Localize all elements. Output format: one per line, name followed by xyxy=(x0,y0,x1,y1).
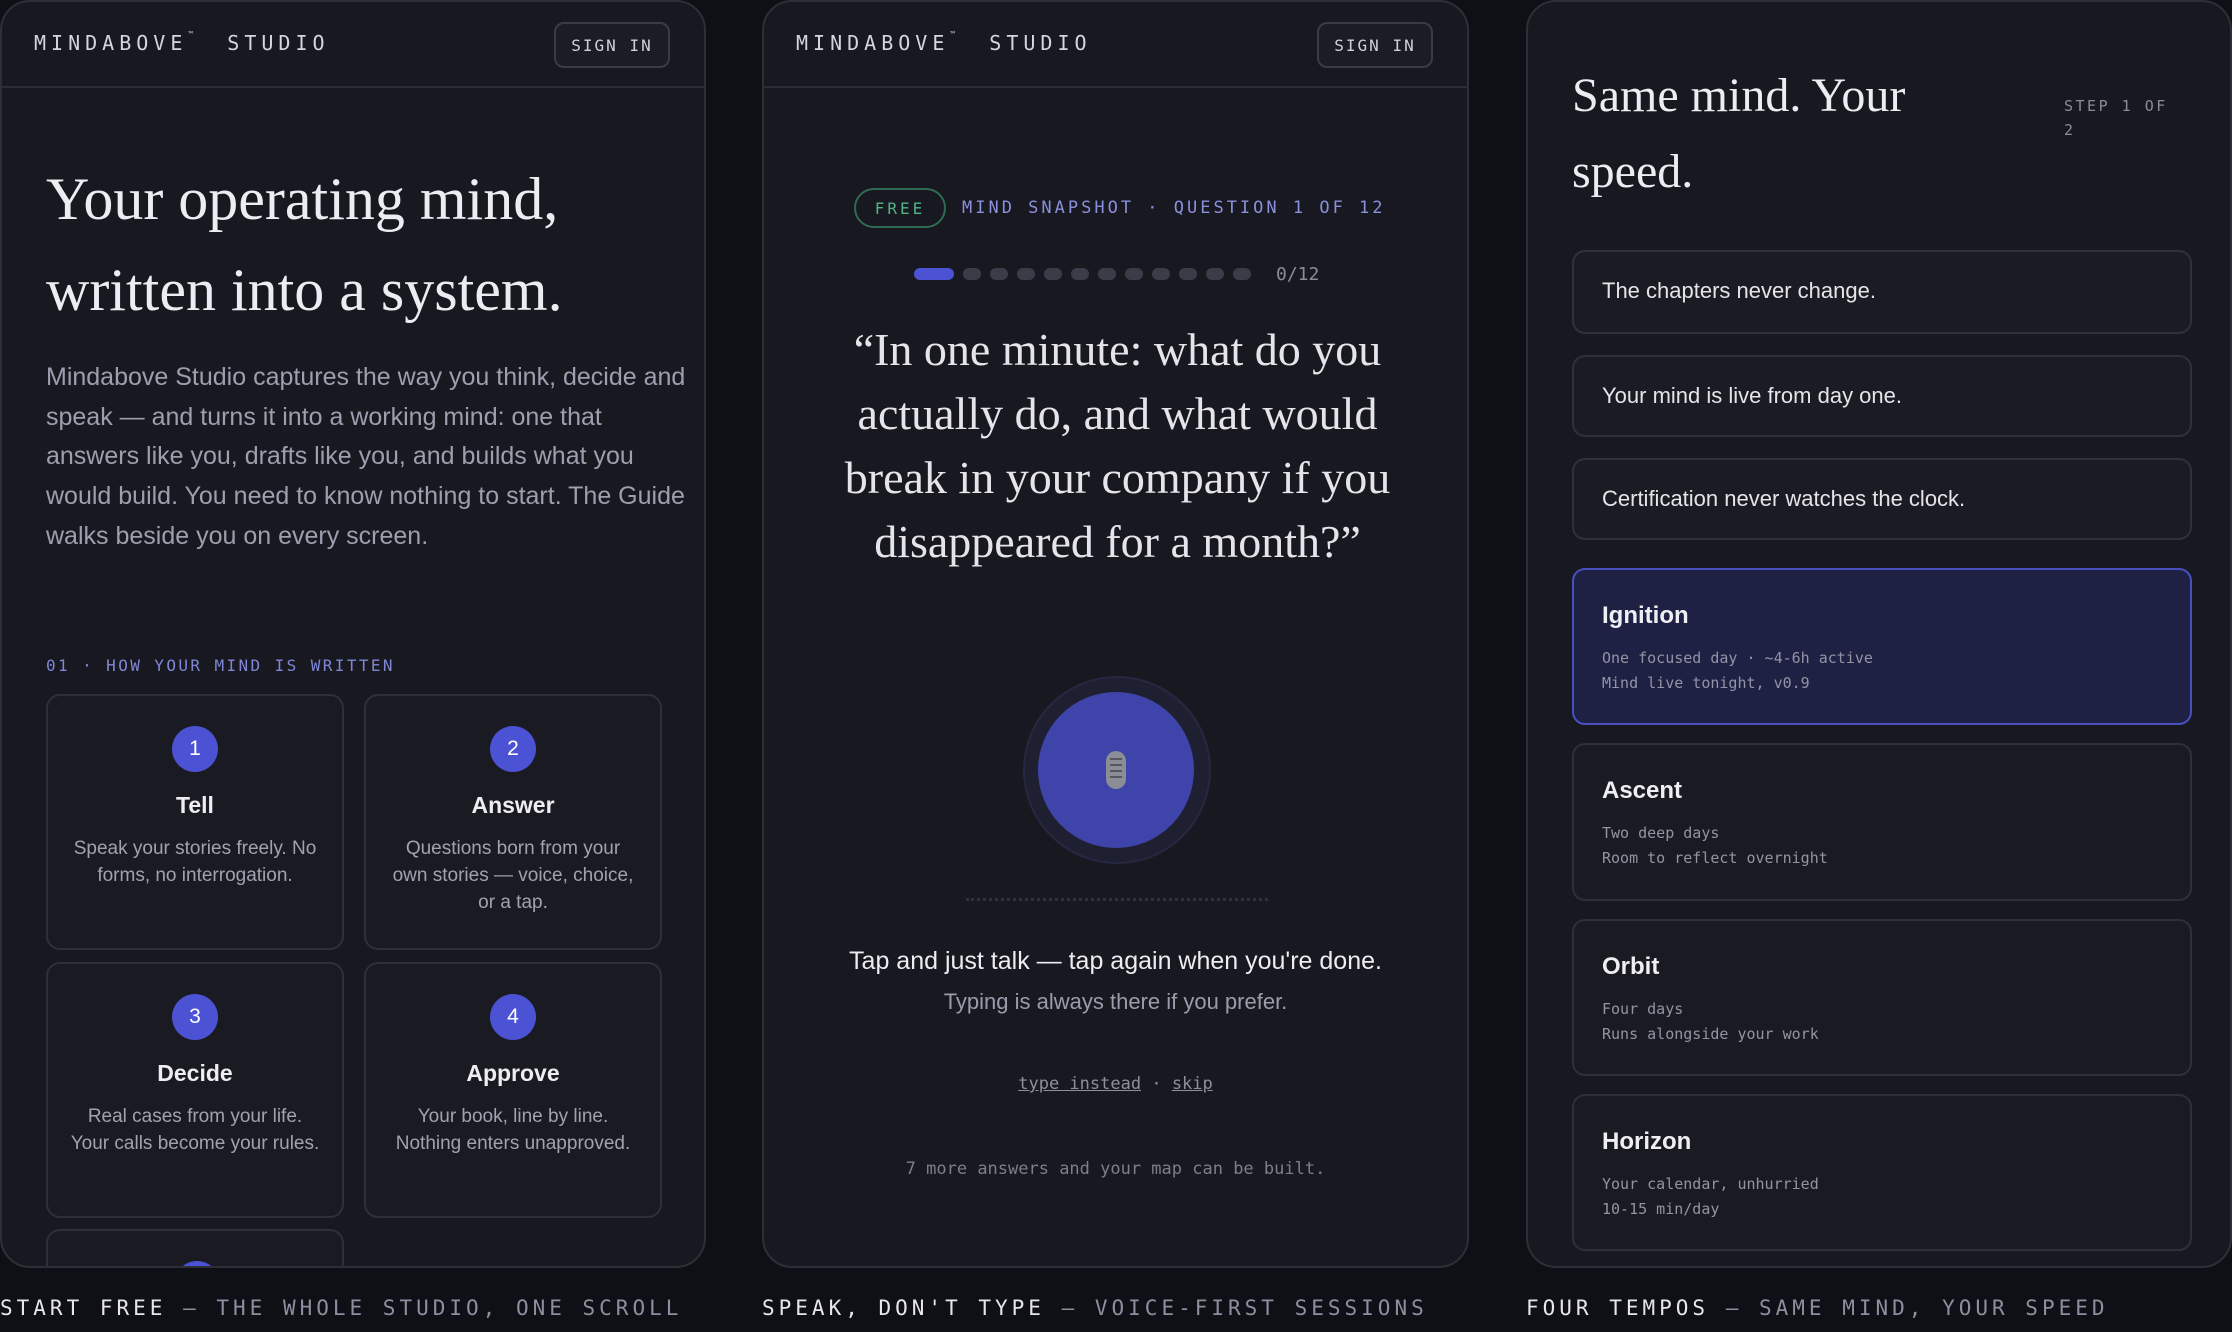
screen-tempo-select: Same mind. Your speed. STEP 1 OF 2 The c… xyxy=(1526,0,2232,1268)
progress-dot xyxy=(1233,268,1251,280)
tempo-title: Orbit xyxy=(1602,953,1660,980)
step-indicator: STEP 1 OF 2 xyxy=(2064,97,2168,139)
link-separator: · xyxy=(1151,1074,1162,1094)
question-text: “In one minute: what do you actually do,… xyxy=(844,324,1391,567)
step-title: Decide xyxy=(157,1060,233,1086)
brand-logo[interactable]: MINDABOVE™ STUDIO xyxy=(796,30,1092,55)
statement-card: Certification never watches the clock. xyxy=(1572,458,2192,540)
tempo-detail: Your calendar, unhurried xyxy=(1602,1175,1819,1193)
step-card-tell: 1 Tell Speak your stories freely. No for… xyxy=(46,694,344,950)
app-header: MINDABOVE™ STUDIO SIGN IN xyxy=(764,2,1467,88)
question-meta: MIND SNAPSHOT · QUESTION 1 OF 12 xyxy=(962,198,1386,218)
progress-dot xyxy=(1071,268,1089,280)
tempo-detail: 10-15 min/day xyxy=(1602,1200,1720,1218)
tempo-detail: Four days xyxy=(1602,1000,1684,1018)
step-description: Questions born from your own stories — v… xyxy=(392,838,634,913)
record-button[interactable] xyxy=(1038,692,1194,848)
tempo-option-orbit[interactable]: Orbit Four days Runs alongside your work xyxy=(1572,919,2192,1076)
statement-card: The chapters never change. xyxy=(1572,250,2192,334)
tempo-option-ascent[interactable]: Ascent Two deep days Room to reflect ove… xyxy=(1572,743,2192,901)
step-number-partial xyxy=(174,1261,220,1266)
tempo-detail: Runs alongside your work xyxy=(1602,1025,1819,1043)
statement-text: Certification never watches the clock. xyxy=(1602,486,1966,511)
statement-text: Your mind is live from day one. xyxy=(1602,383,1902,408)
step-description: Speak your stories freely. No forms, no … xyxy=(73,838,317,886)
screen-start-free: MINDABOVE™ STUDIO SIGN IN Your operating… xyxy=(0,0,706,1268)
microphone-icon xyxy=(1106,751,1126,789)
statement-text: The chapters never change. xyxy=(1602,278,1876,303)
section-label: 01 · HOW YOUR MIND IS WRITTEN xyxy=(46,656,395,675)
tempo-headline: Same mind. Your speed. xyxy=(1572,69,1906,198)
caption-voice-first: SPEAK, DON'T TYPE — VOICE-FIRST SESSIONS xyxy=(762,1296,1428,1320)
screen-voice-session: MINDABOVE™ STUDIO SIGN IN FREE MIND SNAP… xyxy=(762,0,1469,1268)
progress-dot xyxy=(1206,268,1224,280)
tempo-title: Ignition xyxy=(1602,602,1689,629)
tempo-detail: Two deep days xyxy=(1602,824,1720,842)
sign-in-button[interactable]: SIGN IN xyxy=(1317,22,1433,68)
step-card-partial xyxy=(46,1229,344,1266)
remaining-answers-note: 7 more answers and your map can be built… xyxy=(905,1159,1326,1179)
hero-lead: Mindabove Studio captures the way you th… xyxy=(46,363,686,550)
step-title: Answer xyxy=(471,792,555,818)
statement-card: Your mind is live from day one. xyxy=(1572,355,2192,437)
hero-headline: Your operating mind, written into a syst… xyxy=(46,166,563,323)
caption-four-tempos: FOUR TEMPOS — SAME MIND, YOUR SPEED xyxy=(1526,1296,2109,1320)
step-number: 3 xyxy=(172,994,218,1040)
sign-in-button[interactable]: SIGN IN xyxy=(554,22,670,68)
step-card-decide: 3 Decide Real cases from your life. Your… xyxy=(46,962,344,1218)
typing-hint: Typing is always there if you prefer. xyxy=(943,989,1288,1014)
question-progress xyxy=(914,268,1251,280)
progress-dot xyxy=(914,268,954,280)
skip-link[interactable]: skip xyxy=(1172,1074,1213,1094)
step-description: Your book, line by line. Nothing enters … xyxy=(395,1106,631,1154)
progress-dot xyxy=(990,268,1008,280)
step-number: 4 xyxy=(490,994,536,1040)
progress-dot xyxy=(1152,268,1170,280)
step-card-answer: 2 Answer Questions born from your own st… xyxy=(364,694,662,950)
progress-dot xyxy=(1044,268,1062,280)
step-card-approve: 4 Approve Your book, line by line. Nothi… xyxy=(364,962,662,1218)
step-number: 2 xyxy=(490,726,536,772)
progress-count: 0/12 xyxy=(1276,264,1320,285)
voice-hint: Tap and just talk — tap again when you'r… xyxy=(849,947,1382,975)
tempo-detail: Mind live tonight, v0.9 xyxy=(1602,674,1810,692)
tempo-title: Horizon xyxy=(1602,1128,1692,1155)
progress-dot xyxy=(1017,268,1035,280)
tempo-option-horizon[interactable]: Horizon Your calendar, unhurried 10-15 m… xyxy=(1572,1094,2192,1251)
tempo-detail: One focused day · ~4-6h active xyxy=(1602,649,1873,667)
caption-start-free: START FREE — THE WHOLE STUDIO, ONE SCROL… xyxy=(0,1296,683,1320)
type-instead-link[interactable]: type instead xyxy=(1018,1074,1141,1094)
progress-dot xyxy=(1098,268,1116,280)
free-badge: FREE xyxy=(854,188,946,228)
progress-dot xyxy=(963,268,981,280)
app-header: MINDABOVE™ STUDIO SIGN IN xyxy=(2,2,704,88)
step-description: Real cases from your life. Your calls be… xyxy=(70,1106,320,1154)
tempo-title: Ascent xyxy=(1602,777,1683,804)
progress-dot xyxy=(1125,268,1143,280)
audio-waveform xyxy=(966,898,1268,901)
step-title: Approve xyxy=(466,1060,560,1086)
brand-logo[interactable]: MINDABOVE™ STUDIO xyxy=(34,30,330,55)
alternative-actions: type instead · skip xyxy=(764,1074,1467,1094)
step-title: Tell xyxy=(176,792,214,818)
tempo-option-ignition[interactable]: Ignition One focused day · ~4-6h active … xyxy=(1572,568,2192,725)
progress-dot xyxy=(1179,268,1197,280)
step-number: 1 xyxy=(172,726,218,772)
tempo-detail: Room to reflect overnight xyxy=(1602,849,1828,867)
